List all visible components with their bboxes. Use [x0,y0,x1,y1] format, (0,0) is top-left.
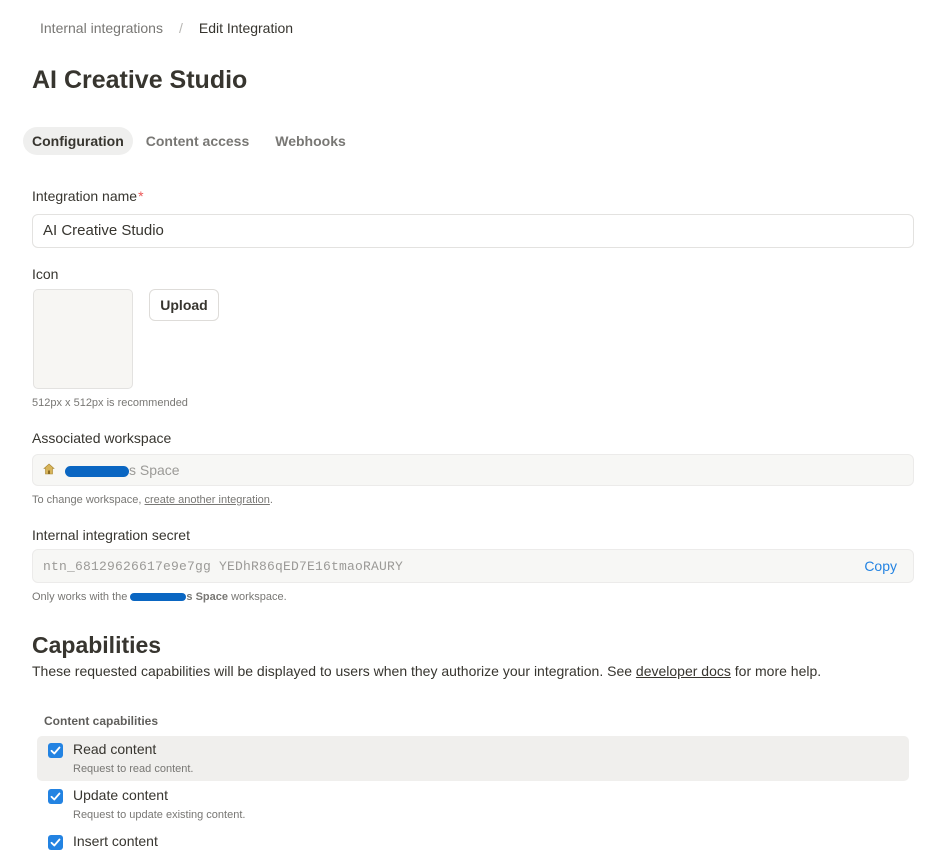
secret-hint-workspace: s Space [186,591,229,603]
capabilities-description: These requested capabilities will be dis… [32,663,821,679]
insert-content-title: Insert content [73,833,158,849]
secret-hint-suffix: workspace. [228,591,287,603]
read-content-title: Read content [73,741,157,757]
capabilities-description-text: These requested capabilities will be dis… [32,663,636,679]
tab-webhooks[interactable]: Webhooks [262,127,359,155]
create-another-integration-link[interactable]: create another integration [145,494,270,506]
checkmark-icon [50,746,61,755]
update-content-subtitle: Request to update existing content. [73,809,246,821]
icon-label: Icon [32,266,59,282]
secret-value: ntn_68129626617e9e7gg YEDhR86qED7E16tmao… [43,559,404,574]
tab-configuration[interactable]: Configuration [23,127,133,155]
tab-content-access[interactable]: Content access [133,127,262,155]
workspace-hint-period: . [269,494,273,506]
read-content-checkbox[interactable] [48,743,63,758]
secret-hint: Only works with the s Space workspace. [32,591,287,603]
update-content-title: Update content [73,787,168,803]
checkmark-icon [50,838,61,847]
redacted-workspace-name [65,465,129,477]
page-title: AI Creative Studio [32,66,248,94]
workspace-label: Associated workspace [32,430,172,446]
workspace-home-icon [43,456,57,486]
insert-content-checkbox[interactable] [48,835,63,850]
workspace-hint-text: To change workspace, [32,494,145,506]
breadcrumb-current: Edit Integration [198,20,294,36]
capabilities-description-suffix: for more help. [730,663,822,679]
icon-preview[interactable] [33,289,133,389]
secret-label: Internal integration secret [32,527,190,543]
breadcrumb-internal-integrations[interactable]: Internal integrations [40,20,163,36]
checkmark-icon [50,792,61,801]
read-content-subtitle: Request to read content. [73,763,194,775]
capability-update-content[interactable]: Update content Request to update existin… [37,782,909,827]
secret-hint-text: Only works with the [32,591,131,603]
workspace-field: s Space [32,454,914,486]
breadcrumb-separator: / [178,20,183,36]
workspace-name-suffix: s Space [129,462,180,478]
upload-button[interactable]: Upload [149,289,219,321]
developer-docs-link[interactable]: developer docs [636,663,731,679]
secret-field: ntn_68129626617e9e7gg YEDhR86qED7E16tmao… [32,549,914,583]
integration-name-label-text: Integration name [32,188,138,204]
tab-bar: Configuration Content access Webhooks [23,127,359,155]
copy-secret-button[interactable]: Copy [864,550,897,582]
integration-name-label: Integration name* [32,188,144,204]
icon-size-hint: 512px x 512px is recommended [32,397,188,409]
capability-read-content[interactable]: Read content Request to read content. [37,736,909,781]
breadcrumb: Internal integrations / Edit Integration [40,19,293,37]
integration-name-input[interactable]: AI Creative Studio [32,214,914,248]
capability-insert-content[interactable]: Insert content [37,828,909,851]
workspace-hint: To change workspace, create another inte… [32,494,273,506]
content-capabilities-label: Content capabilities [44,714,159,728]
update-content-checkbox[interactable] [48,789,63,804]
required-mark: * [138,188,144,204]
capabilities-heading: Capabilities [32,632,162,658]
edit-integration-page: Internal integrations / Edit Integration… [0,0,942,851]
redacted-secret-workspace [130,593,187,602]
